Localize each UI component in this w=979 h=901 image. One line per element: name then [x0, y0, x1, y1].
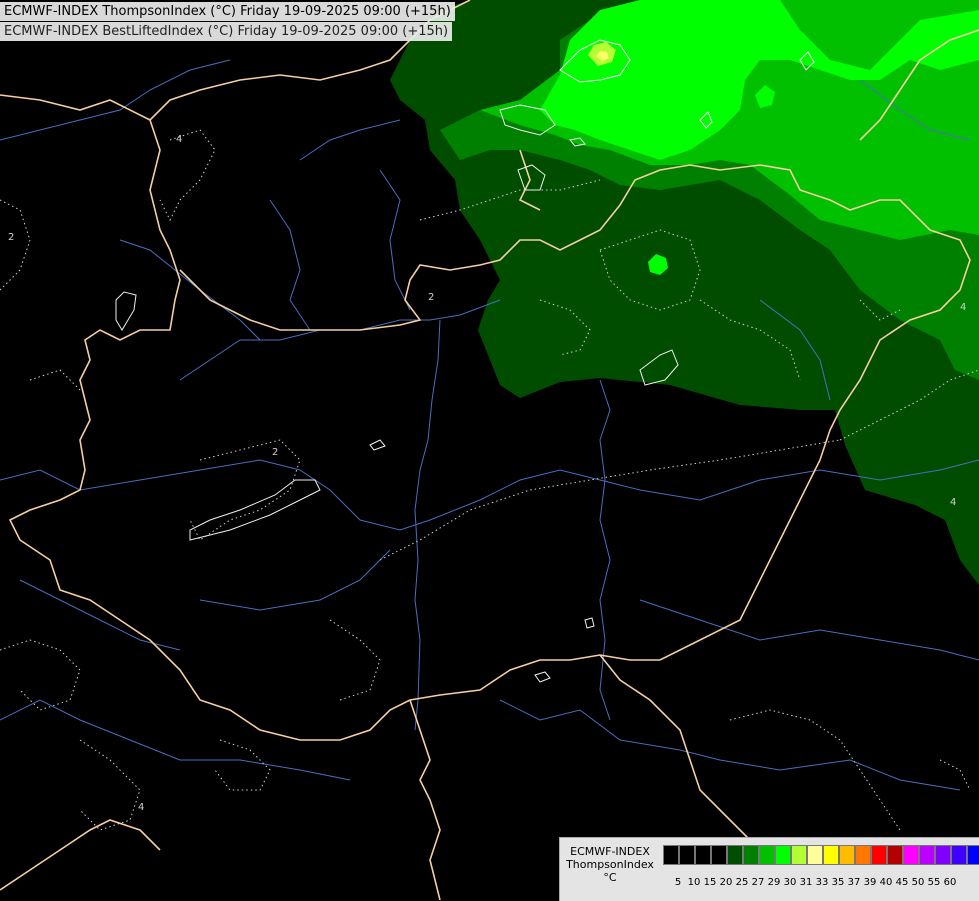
legend-color-swatch	[791, 845, 807, 865]
legend-color-swatch	[679, 845, 695, 865]
legend-color-swatch	[967, 845, 979, 865]
legend-color-swatch	[951, 845, 967, 865]
color-legend: ECMWF-INDEX ThompsonIndex °C 5 10 15 20 25 27…	[559, 837, 979, 901]
map-title-secondary: ECMWF-INDEX BestLiftedIndex (°C) Friday …	[0, 22, 453, 41]
legend-color-swatch	[775, 845, 791, 865]
legend-color-swatch	[887, 845, 903, 865]
legend-color-swatch	[759, 845, 775, 865]
legend-color-swatch	[807, 845, 823, 865]
legend-color-swatch	[935, 845, 951, 865]
legend-unit: °C	[603, 871, 617, 884]
map-title-primary: ECMWF-INDEX ThompsonIndex (°C) Friday 19…	[0, 2, 455, 21]
legend-color-swatch	[743, 845, 759, 865]
legend-color-swatch	[903, 845, 919, 865]
legend-color-swatch	[871, 845, 887, 865]
legend-color-swatch	[919, 845, 935, 865]
contour-label: 4	[960, 302, 966, 313]
legend-color-swatch	[711, 845, 727, 865]
contour-label: 2	[8, 232, 14, 243]
legend-color-swatch	[695, 845, 711, 865]
contour-label: 2	[428, 292, 434, 303]
legend-model: ECMWF-INDEX	[570, 845, 650, 858]
contour-label: 4	[138, 802, 144, 813]
weather-map: 4 2 2 2 4 4 4	[0, 0, 979, 900]
legend-color-swatch	[839, 845, 855, 865]
legend-color-swatch	[823, 845, 839, 865]
contour-label: 4	[176, 134, 182, 145]
legend-parameter: ThompsonIndex	[566, 858, 654, 871]
legend-label: ECMWF-INDEX ThompsonIndex °C	[560, 845, 660, 884]
legend-color-swatch	[727, 845, 743, 865]
contour-label: 2	[272, 447, 278, 458]
legend-tick-label: 60	[943, 877, 957, 888]
legend-color-swatch	[663, 845, 679, 865]
legend-color-swatch	[855, 845, 871, 865]
contour-label: 4	[950, 497, 956, 508]
